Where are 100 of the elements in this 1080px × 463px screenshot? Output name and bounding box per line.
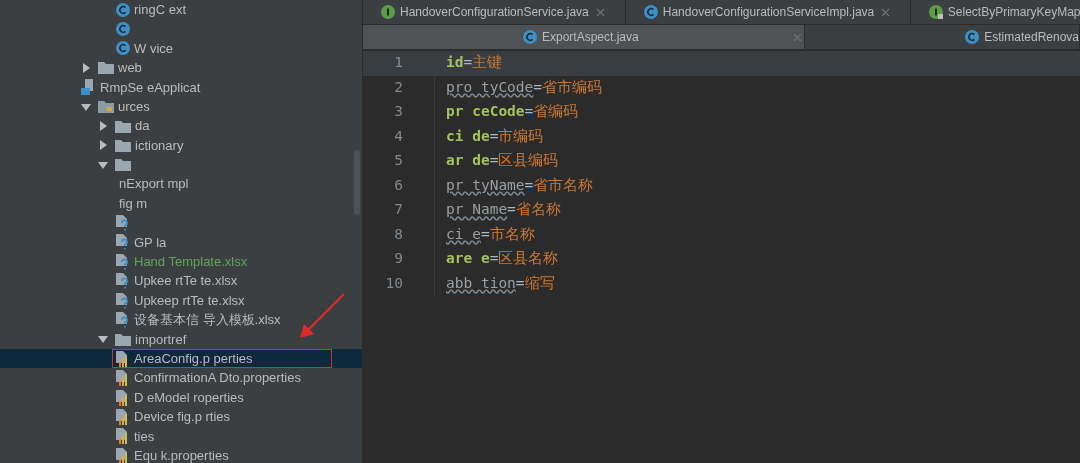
tree-row[interactable]: nExport mpl [0, 174, 362, 194]
editor-tab[interactable]: HandoverConfigurationService.java [363, 0, 626, 24]
tree-item-label: W vice [134, 39, 173, 58]
expand-arrow-icon[interactable] [81, 62, 91, 73]
tree-item-label: Upkeep rtTe te.xlsx [134, 291, 245, 310]
tree-row[interactable]: urces [0, 96, 362, 117]
unknown-file-icon [115, 273, 130, 290]
property-line: abb tion=缩写 [446, 273, 555, 293]
unknown-file-icon [115, 253, 130, 270]
tree-row[interactable]: Hand Template.xlsx [0, 252, 362, 272]
tree-row[interactable]: web [0, 58, 362, 78]
property-line: pr Name=省名称 [446, 200, 561, 220]
properties-file-icon [115, 370, 130, 387]
tree-item-label: Device fig.p rties [134, 408, 231, 427]
tree-item-label: Upkee rtTe te.xlsx [134, 272, 238, 291]
property-line: ci e=市名称 [446, 224, 535, 244]
line-number: 10 [384, 273, 404, 293]
annotation-arrow [298, 292, 346, 340]
tree-row[interactable]: da [0, 116, 362, 136]
line-number: 5 [393, 151, 404, 171]
line-number: 9 [393, 249, 404, 269]
tree-row[interactable]: ictionary [0, 135, 362, 156]
line-number: 7 [393, 200, 404, 220]
property-line: ar de=区县编码 [446, 151, 559, 171]
unknown-file-icon [115, 234, 130, 251]
properties-file-icon [115, 447, 130, 463]
tree-row[interactable]: AreaConfig.p perties [0, 349, 362, 369]
folder-icon [115, 119, 131, 133]
folder-icon [98, 61, 114, 75]
editor-tab[interactable]: HandoverConfigurationServiceImpl.java [625, 0, 911, 24]
collapse-arrow-icon[interactable] [98, 159, 108, 170]
line-number: 3 [393, 102, 404, 122]
tree-item-label: ringC ext [134, 0, 187, 19]
property-line: pr ceCode=省编码 [446, 102, 579, 122]
collapse-arrow-icon[interactable] [98, 334, 108, 345]
java-file-icon [81, 79, 96, 96]
tree-row[interactable]: RmpSe eApplicat [0, 77, 362, 97]
tree-row[interactable]: GP la [0, 232, 362, 253]
expand-arrow-icon[interactable] [98, 140, 108, 151]
tree-item-label: D eModel roperties [134, 388, 244, 407]
tree-row[interactable]: Upkeep rtTe te.xlsx [0, 290, 362, 311]
line-number: 8 [393, 224, 404, 244]
property-line: ci de=市编码 [446, 126, 544, 146]
tree-row[interactable]: ties [0, 426, 362, 446]
tree-row[interactable]: 设备基本信 导入模板.xlsx [0, 310, 362, 330]
class-icon [643, 5, 658, 19]
tree-item-label: Equ k.properties [134, 446, 229, 463]
tree-row[interactable]: importref [0, 329, 362, 350]
properties-file-icon [115, 350, 130, 367]
class-icon [965, 30, 980, 44]
line-number: 2 [393, 77, 404, 97]
editor-tab[interactable]: SelectByPrimaryKeyMap [910, 0, 1080, 24]
tree-row[interactable]: ConfirmationA Dto.properties [0, 368, 362, 388]
property-line: pr tyName=省市名称 [446, 175, 594, 195]
tree-row[interactable]: fig m [0, 193, 362, 214]
tree-item-label: Hand Template.xlsx [134, 253, 248, 272]
folder-icon [98, 100, 114, 114]
tree-item-label: importref [135, 330, 187, 349]
line-number: 6 [393, 175, 404, 195]
tree-item-label: urces [118, 97, 150, 116]
tree-item-label: nExport mpl [119, 175, 189, 194]
tree-item-label: 设备基本信 导入模板.xlsx [134, 311, 281, 330]
folder-icon [115, 332, 131, 346]
class-icon [116, 41, 130, 56]
class-icon [116, 22, 130, 37]
tree-item-label: AreaConfig.p perties [134, 350, 253, 368]
editor-tab[interactable]: ExportAspect.java [363, 25, 806, 49]
class-icon [116, 2, 130, 17]
tree-item-label: da [135, 117, 150, 136]
properties-file-icon [115, 428, 130, 445]
line-number: 4 [393, 126, 404, 146]
folder-icon [115, 158, 131, 172]
property-line: id=主键 [446, 53, 503, 73]
tree-item-label: web [118, 59, 142, 78]
tree-item-label: ties [134, 427, 155, 446]
tree-item-label: RmpSe eApplicat [100, 78, 201, 97]
interface-icon [928, 5, 943, 19]
properties-file-icon [115, 389, 130, 406]
folder-icon [115, 138, 131, 152]
tree-row[interactable]: Equ k.properties [0, 446, 362, 463]
tree-row[interactable]: W vice [0, 38, 362, 59]
tree-item-label: GP la [134, 233, 167, 252]
class-icon [523, 30, 537, 44]
editor-tab[interactable]: EstimatedRenova [805, 25, 1080, 49]
tree-item-label: ictionary [135, 136, 184, 155]
property-line: pro tyCode=省市编码 [446, 77, 603, 97]
properties-file-icon [115, 408, 130, 425]
expand-arrow-icon[interactable] [98, 121, 108, 132]
line-number: 1 [393, 53, 404, 73]
unknown-file-icon [115, 311, 130, 328]
tree-row[interactable]: D eModel roperties [0, 387, 362, 408]
collapse-arrow-icon[interactable] [81, 101, 91, 112]
tree-row[interactable]: Upkee rtTe te.xlsx [0, 271, 362, 291]
tree-item-label: ConfirmationA Dto.properties [134, 369, 301, 388]
unknown-file-icon [115, 215, 130, 231]
tree-row[interactable]: ringC ext [0, 0, 362, 20]
unknown-file-icon [115, 292, 130, 309]
tree-row[interactable]: Device fig.p rties [0, 407, 362, 427]
tree-item-label: fig m [119, 194, 148, 213]
property-line: are e=区县名称 [446, 249, 559, 269]
